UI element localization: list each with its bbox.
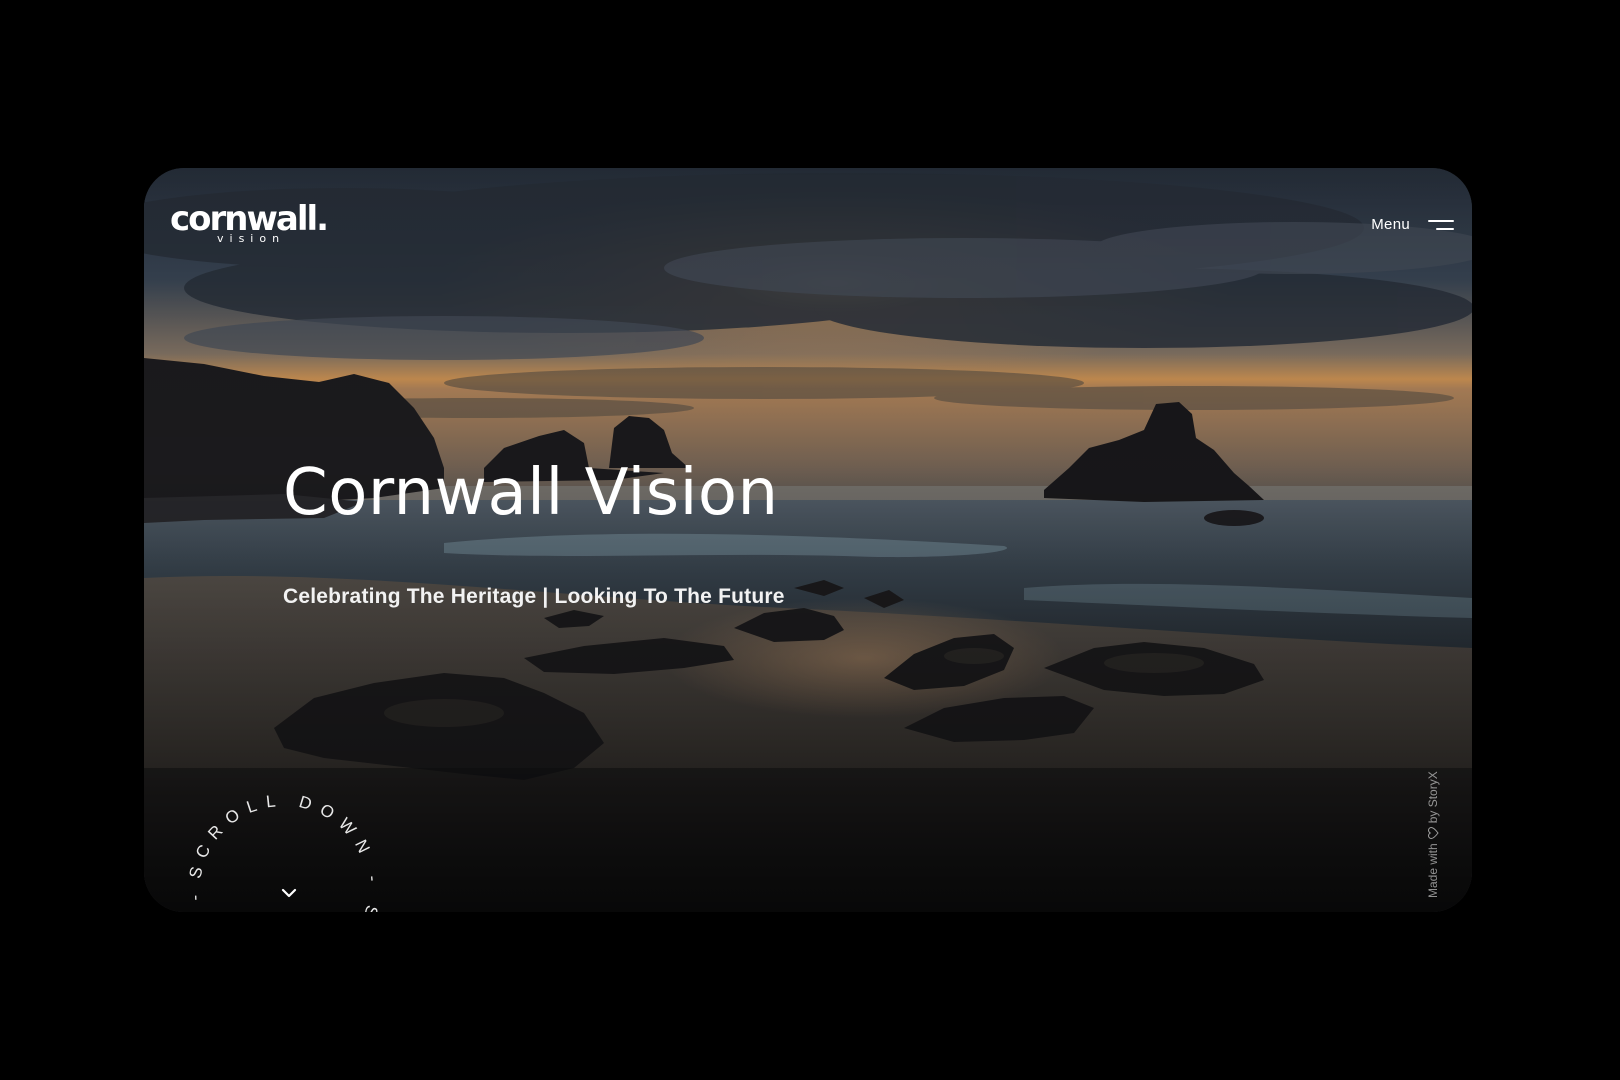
credit-suffix: by StoryX (1426, 771, 1440, 824)
hamburger-icon (1428, 218, 1454, 232)
logo-wordmark: cornwall. (170, 199, 329, 239)
hero-title: Cornwall Vision (283, 456, 779, 530)
site-logo[interactable]: cornwall. vision (170, 199, 329, 244)
made-with-credit[interactable]: Made with by StoryX (1404, 738, 1440, 898)
heart-icon (1427, 827, 1439, 840)
menu-label: Menu (1371, 216, 1410, 233)
credit-prefix: Made with (1426, 843, 1440, 898)
menu-button[interactable]: Menu (1371, 216, 1454, 233)
hero-subtitle: Celebrating The Heritage | Looking To Th… (283, 585, 785, 608)
hero-section: cornwall. vision Menu Cornwall Vision Ce… (144, 168, 1472, 912)
chevron-down-icon[interactable] (279, 886, 299, 900)
